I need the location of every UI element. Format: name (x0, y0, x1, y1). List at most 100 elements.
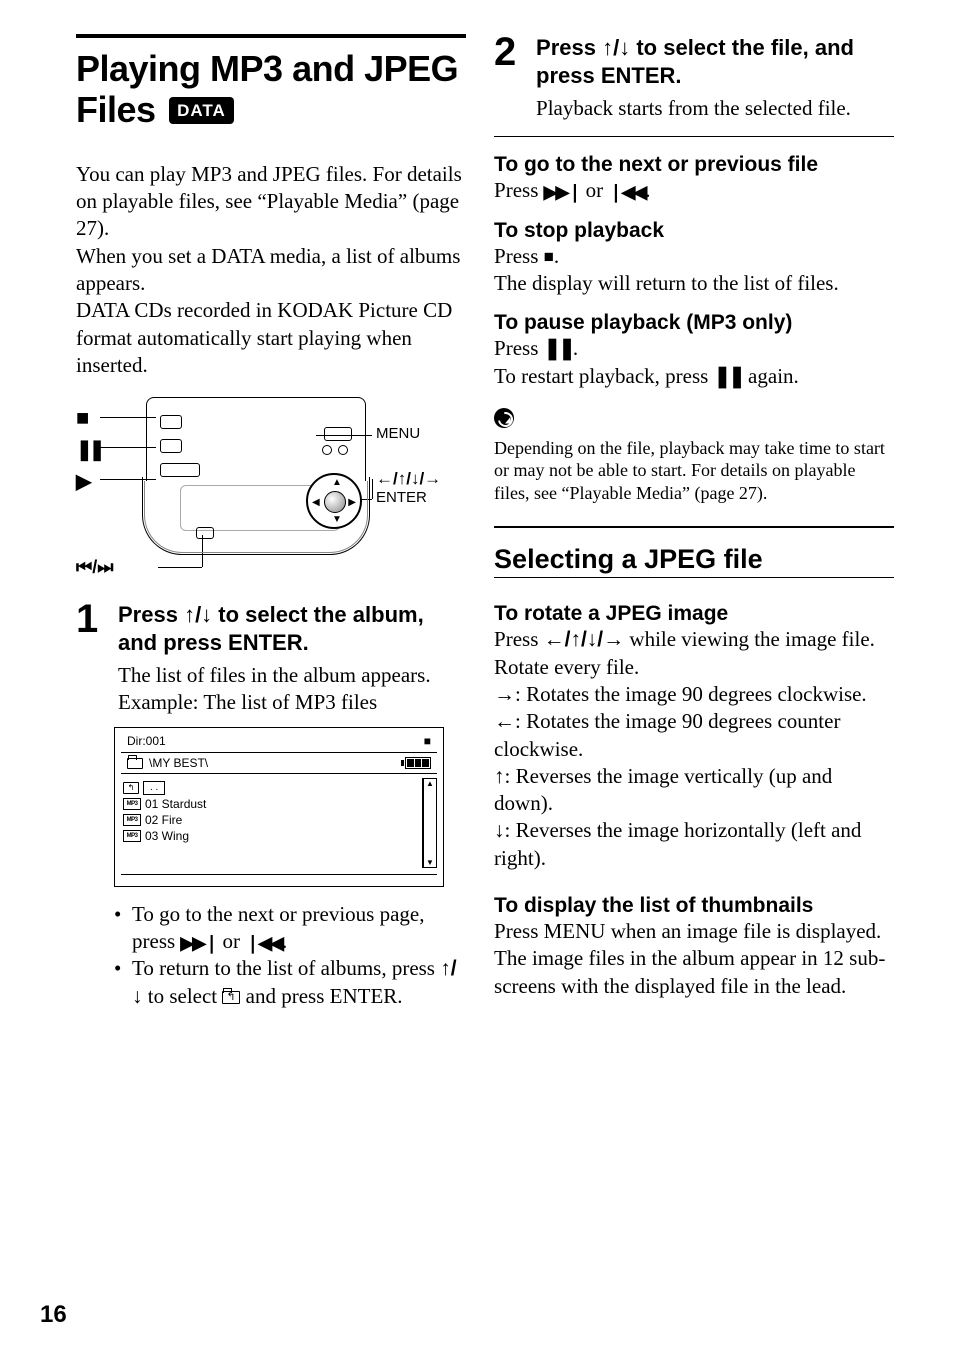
section-underline (494, 577, 894, 578)
text: . (645, 178, 650, 202)
mp3-icon: MP3 (123, 814, 141, 826)
parent-dir: . . (143, 781, 165, 795)
step-2: 2 Press ↑/↓ to select the file, and pres… (494, 34, 894, 122)
text: again. (743, 364, 799, 388)
divider (494, 136, 894, 137)
up-folder-icon (222, 991, 240, 1004)
osd-path: \MY BEST\ (127, 756, 208, 770)
text: Press (494, 244, 544, 268)
note-icon (494, 408, 514, 428)
text: To restart playback, press (494, 364, 714, 388)
body-next-prev: Press ▶▶❘ or ❘◀◀. (494, 177, 894, 204)
step-2-body: Playback starts from the selected file. (536, 95, 894, 122)
skip-forward-icon: ▶▶❘ (544, 181, 581, 204)
remote-pause-button (160, 439, 182, 453)
text: Press (536, 35, 602, 60)
leader-line (372, 479, 373, 499)
step-2-title: Press ↑/↓ to select the file, and press … (536, 34, 894, 89)
file-name: 01 Stardust (145, 797, 206, 811)
pause-icon: ❚❚ (544, 337, 573, 360)
remote-menu-button (324, 427, 352, 441)
list-item: MP3 03 Wing (123, 828, 418, 844)
manual-page: Playing MP3 and JPEG Files DATA You can … (0, 0, 954, 1357)
section-heading-jpeg: Selecting a JPEG file (494, 544, 894, 575)
callout-skip: ⏮/⏭ (76, 557, 113, 578)
callout-stop: ■ (76, 405, 89, 431)
skip-back-icon: ❘◀◀ (608, 181, 645, 204)
bullet-item: • To go to the next or previous page, pr… (114, 901, 466, 956)
callout-menu: MENU (376, 425, 420, 442)
osd-dir: Dir:001 (127, 734, 166, 748)
heading-thumbnails: To display the list of thumbnails (494, 894, 894, 918)
heading-rotate: To rotate a JPEG image (494, 602, 894, 626)
right-column: 2 Press ↑/↓ to select the file, and pres… (494, 34, 894, 1010)
list-item: ↰ . . (123, 780, 418, 796)
osd-scrollbar: ▲ ▼ (423, 778, 437, 868)
note-text: Depending on the file, playback may take… (494, 437, 894, 505)
heading-pause: To pause playback (MP3 only) (494, 311, 894, 335)
step-number: 1 (76, 601, 118, 717)
title-line-2: Files (76, 89, 156, 130)
text: : Rotates the image 90 degrees counter c… (494, 709, 840, 760)
step-1-bullets: • To go to the next or previous page, pr… (114, 901, 466, 1010)
mp3-icon: MP3 (123, 798, 141, 810)
body-rotate: Press ←/↑/↓/→ while viewing the image fi… (494, 626, 894, 872)
text: . (554, 244, 559, 268)
arrow-up-icon: ↑ (494, 765, 505, 788)
body-stop: Press ■. The display will return to the … (494, 243, 894, 298)
scroll-up-icon: ▲ (426, 779, 434, 788)
text: : Reverses the image horizontally (left … (494, 818, 861, 869)
list-item: MP3 01 Stardust (123, 796, 418, 812)
remote-diagram: ■ ❚❚ ▶ ⏮/⏭ MENU ←/↑/↓/→ ENTER (76, 397, 466, 577)
skip-back-icon: ❘◀◀ (245, 932, 282, 955)
skip-forward-icon: ▶▶❘ (180, 932, 217, 955)
step-1-title: Press ↑/↓ to select the album, and press… (118, 601, 466, 656)
text: The display will return to the list of f… (494, 271, 839, 295)
body-thumbnails: Press MENU when an image file is display… (494, 918, 894, 1000)
page-title: Playing MP3 and JPEG Files DATA (76, 48, 466, 131)
intro-paragraph: You can play MP3 and JPEG files. For det… (76, 161, 466, 379)
text: : Reverses the image vertically (up and … (494, 764, 832, 815)
text: or (580, 178, 608, 202)
scroll-down-icon: ▼ (426, 858, 434, 867)
callout-pause: ❚❚ (76, 437, 102, 462)
text: . (573, 336, 578, 360)
callout-play: ▶ (76, 469, 91, 494)
step-number: 2 (494, 34, 536, 122)
body-pause: Press ❚❚. To restart playback, press ❚❚ … (494, 335, 894, 390)
arrow-left-icon: ← (494, 710, 515, 733)
text: : Rotates the image 90 degrees clockwise… (515, 682, 867, 706)
remote-play-button (160, 463, 200, 477)
remote-stop-button (160, 415, 182, 429)
osd-file-list: ↰ . . MP3 01 Stardust MP3 02 Fire MP3 03 Win… (121, 778, 423, 868)
text: Press (118, 602, 184, 627)
text: to select (143, 984, 223, 1008)
file-name: 03 Wing (145, 829, 189, 843)
text: \MY BEST\ (149, 756, 208, 770)
heading-next-prev: To go to the next or previous file (494, 153, 894, 177)
pause-icon: ❚❚ (714, 365, 743, 388)
title-rule (76, 34, 466, 38)
up-folder-icon: ↰ (123, 782, 139, 794)
text: To return to the list of albums, press (132, 956, 440, 980)
list-item: MP3 02 Fire (123, 812, 418, 828)
text: Press (494, 336, 544, 360)
file-name: 02 Fire (145, 813, 182, 827)
bullet-item: • To return to the list of albums, press… (114, 955, 466, 1010)
text: and press ENTER. (240, 984, 402, 1008)
heading-stop: To stop playback (494, 219, 894, 243)
callout-enter: ENTER (376, 489, 427, 506)
step-1: 1 Press ↑/↓ to select the album, and pre… (76, 601, 466, 717)
stop-icon: ■ (544, 246, 554, 268)
text: . (282, 929, 287, 953)
osd-screen: Dir:001 ■ \MY BEST\ ↰. . MP301 Stardust … (114, 727, 444, 887)
data-badge: DATA (169, 97, 234, 124)
callout-arrows: ←/↑/↓/→ (376, 469, 441, 489)
text: Press (494, 627, 544, 651)
remote-skip-button (196, 527, 214, 539)
step-1-body: The list of files in the album appears. … (118, 662, 466, 717)
arrow-right-icon: → (494, 683, 515, 706)
battery-icon (401, 757, 431, 769)
remote-body: ▲▼ ◀▶ (146, 397, 366, 557)
mp3-icon: MP3 (123, 830, 141, 842)
